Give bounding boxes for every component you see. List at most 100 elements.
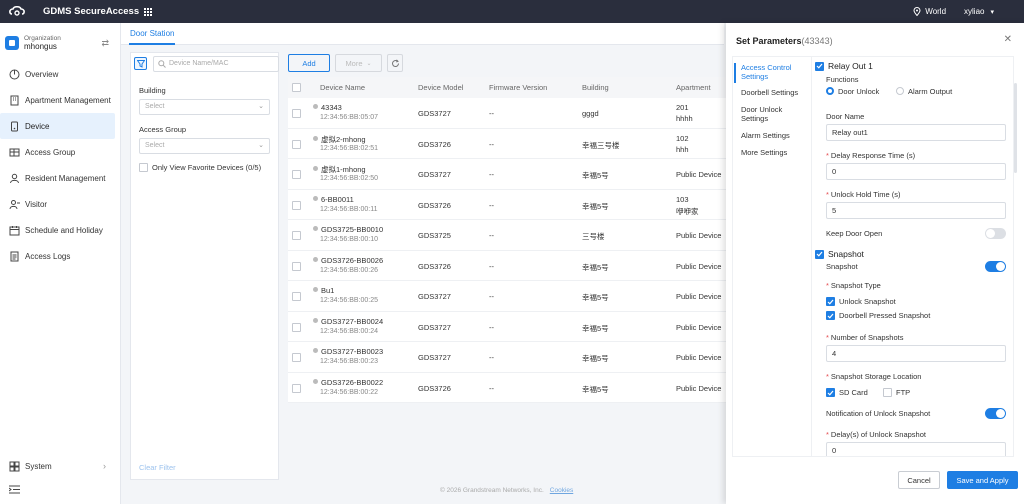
doorbell-snapshot-checkbox[interactable] bbox=[826, 311, 835, 320]
cookies-link[interactable]: Cookies bbox=[550, 487, 573, 494]
row-checkbox[interactable] bbox=[292, 292, 301, 301]
device-mac: 12:34:56:BB:05:07 bbox=[320, 114, 378, 121]
settings-nav-doorbell[interactable]: Doorbell Settings bbox=[741, 88, 798, 97]
table-row[interactable]: GDS3726-BB0022 12:34:56:BB:00:22 GDS3726 --… bbox=[288, 372, 726, 403]
app-grid-icon[interactable] bbox=[144, 7, 153, 16]
unlock-snapshot-option[interactable]: Unlock Snapshot bbox=[826, 297, 896, 306]
device-model: GDS3727 bbox=[418, 322, 451, 332]
device-name-cell[interactable]: Bu1 bbox=[313, 286, 334, 295]
table-row[interactable]: 虚拟2-mhong 12:34:56:BB:02:51 GDS3726 -- 幸福三号楼… bbox=[288, 128, 726, 159]
switch-icon[interactable]: ⇄ bbox=[101, 38, 109, 49]
sidebar-item-system[interactable]: System › bbox=[0, 453, 116, 479]
clear-filter-button[interactable]: Clear Filter bbox=[139, 463, 176, 472]
search-input[interactable]: Device Name/MAC bbox=[153, 56, 279, 72]
row-checkbox[interactable] bbox=[292, 170, 301, 179]
delay-response-input[interactable]: 0 bbox=[826, 163, 1006, 180]
sidebar-item-overview[interactable]: Overview bbox=[0, 61, 115, 87]
unlock-hold-input[interactable]: 5 bbox=[826, 202, 1006, 219]
device-name-cell[interactable]: GDS3725-BB0010 bbox=[313, 225, 383, 234]
unlock-snapshot-checkbox[interactable] bbox=[826, 297, 835, 306]
row-checkbox[interactable] bbox=[292, 261, 301, 271]
device-name-cell[interactable]: GDS3727-BB0024 bbox=[313, 317, 383, 326]
settings-nav-door-unlock[interactable]: Door Unlock Settings bbox=[741, 105, 801, 123]
access-group-select[interactable]: Select ⌄ bbox=[139, 138, 270, 154]
alarm-output-radio[interactable]: Alarm Output bbox=[896, 87, 952, 96]
snapshot-toggle[interactable] bbox=[985, 261, 1006, 272]
settings-nav-alarm[interactable]: Alarm Settings bbox=[741, 131, 790, 140]
row-checkbox[interactable] bbox=[292, 322, 301, 332]
relay-out-checkbox[interactable] bbox=[815, 61, 824, 71]
table-row[interactable]: GDS3725-BB0010 12:34:56:BB:00:10 GDS3725 --… bbox=[288, 220, 726, 251]
table-row[interactable]: GDS3727-BB0023 12:34:56:BB:00:23 GDS3727 --… bbox=[288, 342, 726, 373]
sidebar-item-access-group[interactable]: Access Group bbox=[0, 139, 115, 165]
device-name-cell[interactable]: GDS3726-BB0026 bbox=[313, 256, 383, 265]
door-name-input[interactable]: Relay out1 bbox=[826, 124, 1006, 141]
table-row[interactable]: 6-BB0011 12:34:56:BB:00:11 GDS3726 -- 幸福5号 10… bbox=[288, 189, 726, 220]
save-and-apply-button[interactable]: Save and Apply bbox=[947, 471, 1018, 489]
table-row[interactable]: Bu1 12:34:56:BB:00:25 GDS3727 -- 幸福5号 Public … bbox=[288, 281, 726, 312]
snapshot-checkbox[interactable] bbox=[815, 249, 824, 259]
row-checkbox[interactable] bbox=[292, 200, 301, 210]
notification-toggle[interactable] bbox=[985, 408, 1006, 419]
row-checkbox[interactable] bbox=[292, 231, 301, 240]
building-select[interactable]: Select ⌄ bbox=[139, 99, 270, 115]
favorite-checkbox[interactable] bbox=[139, 163, 148, 172]
sd-card-checkbox[interactable] bbox=[826, 388, 835, 397]
settings-nav-access-control[interactable]: Access Control Settings bbox=[741, 63, 805, 81]
number-of-snapshots-input[interactable]: 4 bbox=[826, 345, 1006, 362]
row-checkbox[interactable] bbox=[292, 139, 301, 149]
add-button[interactable]: Add bbox=[288, 54, 330, 72]
organization-selector[interactable]: Organization mhongus ⇄ bbox=[5, 31, 115, 55]
ftp-option[interactable]: FTP bbox=[883, 388, 910, 397]
keep-door-open-toggle[interactable] bbox=[985, 228, 1006, 239]
sidebar-item-schedule-and-holiday[interactable]: Schedule and Holiday bbox=[0, 217, 115, 243]
tab-door-station[interactable]: Door Station bbox=[129, 23, 176, 45]
snapshot-section[interactable]: Snapshot bbox=[815, 249, 864, 259]
ftp-checkbox[interactable] bbox=[883, 388, 892, 397]
column-header[interactable]: Building bbox=[582, 83, 609, 92]
user-menu[interactable]: xyliao ▾ bbox=[964, 7, 994, 16]
device-name-cell[interactable]: 43343 bbox=[313, 103, 342, 112]
select-all-checkbox[interactable] bbox=[292, 83, 301, 92]
column-header[interactable]: Apartment bbox=[676, 83, 711, 92]
snapshot-type-text: Snapshot Type bbox=[830, 281, 881, 290]
row-checkbox[interactable] bbox=[292, 353, 301, 362]
device-name-cell[interactable]: GDS3727-BB0023 bbox=[313, 347, 383, 356]
doorbell-snapshot-option[interactable]: Doorbell Pressed Snapshot bbox=[826, 311, 930, 320]
table-row[interactable]: GDS3727-BB0024 12:34:56:BB:00:24 GDS3727 --… bbox=[288, 311, 726, 342]
device-name-cell[interactable]: 虚拟2-mhong bbox=[313, 134, 366, 145]
column-header[interactable]: Firmware Version bbox=[489, 83, 547, 92]
close-icon[interactable]: ✕ bbox=[1004, 34, 1012, 45]
table-row[interactable]: GDS3726-BB0026 12:34:56:BB:00:26 GDS3726 --… bbox=[288, 250, 726, 281]
row-checkbox[interactable] bbox=[292, 383, 301, 393]
sidebar-item-access-logs[interactable]: Access Logs bbox=[0, 243, 115, 269]
relay-out-section[interactable]: Relay Out 1 bbox=[815, 61, 873, 71]
settings-nav-more[interactable]: More Settings bbox=[741, 148, 787, 157]
door-unlock-radio[interactable]: Door Unlock bbox=[826, 87, 879, 96]
table-row[interactable]: 43343 12:34:56:BB:05:07 GDS3727 -- gggd 201 hh… bbox=[288, 98, 726, 129]
row-checkbox[interactable] bbox=[292, 109, 301, 118]
cancel-button[interactable]: Cancel bbox=[898, 471, 940, 489]
table-row[interactable]: 虚拟1-mhong 12:34:56:BB:02:50 GDS3727 -- 幸福5号 P… bbox=[288, 159, 726, 190]
delay-unlock-snapshot-input[interactable]: 0 bbox=[826, 442, 1006, 456]
refresh-button[interactable] bbox=[387, 54, 403, 72]
more-button[interactable]: More ⌄ bbox=[335, 54, 382, 72]
filter-toggle-button[interactable] bbox=[134, 57, 147, 70]
device-name-cell[interactable]: 6-BB0011 bbox=[313, 195, 354, 204]
collapse-menu-icon[interactable] bbox=[8, 485, 20, 496]
column-header[interactable]: Device Model bbox=[418, 83, 463, 92]
settings-scrollbar[interactable] bbox=[1014, 83, 1017, 173]
device-name-cell[interactable]: GDS3726-BB0022 bbox=[313, 378, 383, 387]
sd-card-option[interactable]: SD Card bbox=[826, 388, 868, 397]
sidebar-item-device[interactable]: Device bbox=[0, 113, 115, 139]
apartment-owner: hhhh bbox=[676, 114, 693, 123]
sidebar-item-resident-management[interactable]: Resident Management bbox=[0, 165, 115, 191]
favorite-filter[interactable]: Only View Favorite Devices (0/5) bbox=[139, 163, 261, 172]
building: 幸福5号 bbox=[582, 262, 609, 272]
sidebar-item-apartment-management[interactable]: Apartment Management bbox=[0, 87, 115, 113]
device-name-cell[interactable]: 虚拟1-mhong bbox=[313, 164, 366, 175]
sidebar-item-visitor[interactable]: Visitor bbox=[0, 191, 115, 217]
column-header[interactable]: Device Name bbox=[320, 83, 365, 92]
delay-response-text: Delay Response Time (s) bbox=[830, 151, 916, 160]
region-selector[interactable]: World bbox=[913, 7, 946, 16]
